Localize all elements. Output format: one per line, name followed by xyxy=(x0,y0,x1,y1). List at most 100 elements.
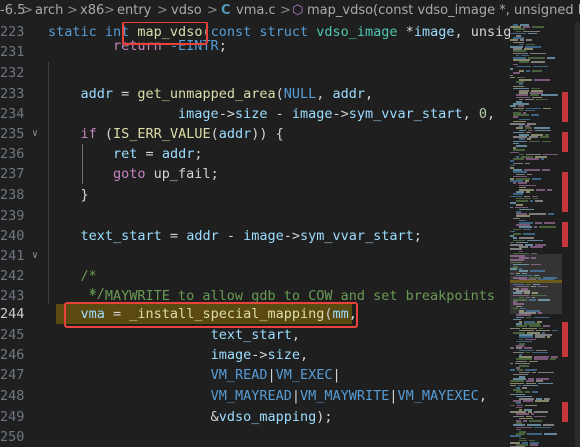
minimap-code-line xyxy=(516,65,532,68)
code-token: ; xyxy=(194,146,203,162)
code-token: , xyxy=(316,86,333,102)
fold-chevron-icon[interactable]: ∨ xyxy=(32,246,38,266)
code-token: , unsig xyxy=(454,24,510,40)
minimap-code-line xyxy=(529,246,543,248)
breadcrumb-item-vdso[interactable]: vdso xyxy=(171,3,202,18)
minimap-code-line xyxy=(523,420,527,422)
minimap-code-line xyxy=(526,239,543,242)
minimap-code-line xyxy=(530,61,545,63)
code-token: & xyxy=(48,409,219,425)
code-line: image->size - image->sym_vvar_start, 0, xyxy=(48,104,495,124)
line-number: 232 xyxy=(0,65,25,81)
breadcrumb-item-entry[interactable]: entry xyxy=(117,3,151,18)
code-line: */ xyxy=(48,284,105,304)
minimap-code-line xyxy=(513,116,518,118)
breadcrumb-item-function[interactable]: map_vdso(const vdso_image *, unsigned lo… xyxy=(307,3,580,18)
minimap-code-line xyxy=(519,61,529,63)
code-token: = xyxy=(113,86,138,102)
breadcrumb-item-file[interactable]: vma.c xyxy=(236,3,276,18)
code-line: VM_READ|VM_EXEC| xyxy=(48,365,341,385)
minimap-code-line xyxy=(526,158,539,160)
code-token: addr xyxy=(218,126,252,142)
code-token: - xyxy=(267,106,292,122)
minimap-code-line xyxy=(526,39,533,41)
minimap-code-line xyxy=(532,26,545,28)
code-line: goto up_fail; xyxy=(48,164,219,184)
minimap-code-line xyxy=(538,285,549,288)
breadcrumb-item-arch[interactable]: arch xyxy=(35,3,63,18)
code-token: if xyxy=(80,126,105,142)
code-line: text_start = addr - image->sym_vvar_star… xyxy=(48,226,422,246)
minimap-code-line xyxy=(510,68,514,70)
minimap-code-line xyxy=(510,206,514,209)
minimap-code-line xyxy=(543,433,558,435)
vertical-scrollbar[interactable] xyxy=(575,22,580,447)
code-token: )) { xyxy=(251,126,284,142)
code-token: 0 xyxy=(478,106,487,122)
code-token: size xyxy=(267,347,300,363)
breadcrumb-item-x86[interactable]: x86 xyxy=(80,3,104,18)
code-token: -> xyxy=(251,347,268,363)
minimap-code-line xyxy=(542,325,550,327)
line-number: 250 xyxy=(0,429,25,445)
line-number: 223 xyxy=(0,24,25,40)
code-token: -> xyxy=(218,106,235,122)
code-token: goto xyxy=(113,166,154,182)
minimap-code-line xyxy=(541,94,558,96)
minimap-code-line xyxy=(543,107,551,110)
line-number-gutter: 223 231 232 233 234 235 236 237 238 239 … xyxy=(0,22,40,447)
minimap-code-line xyxy=(544,222,556,224)
minimap[interactable] xyxy=(510,22,580,447)
code-token: size xyxy=(234,106,268,122)
minimap-code-line xyxy=(538,299,550,301)
minimap-code-line xyxy=(528,57,545,59)
code-token: , xyxy=(291,327,300,343)
minimap-code-line xyxy=(551,329,558,332)
minimap-code-line xyxy=(522,400,534,402)
code-token: addr xyxy=(186,228,219,244)
code-token: up_fail xyxy=(153,166,211,182)
minimap-code-line xyxy=(534,129,552,132)
code-token: image xyxy=(210,347,252,363)
minimap-code-line xyxy=(525,162,530,165)
code-token: VM_READ xyxy=(210,367,268,383)
minimap-code-line xyxy=(513,182,517,184)
minimap-code-line xyxy=(513,158,525,160)
line-number: 235 xyxy=(0,126,25,142)
minimap-code-line xyxy=(526,70,530,72)
breadcrumb-separator: > xyxy=(280,3,291,18)
minimap-code-line xyxy=(535,200,543,202)
minimap-code-line xyxy=(530,200,534,202)
line-number: 234 xyxy=(0,106,25,122)
minimap-code-line xyxy=(510,272,515,275)
fold-chevron-icon[interactable]: ∨ xyxy=(32,124,38,144)
code-line: } xyxy=(48,185,89,205)
minimap-code-line xyxy=(534,316,550,319)
code-token: get_unmapped_area xyxy=(137,86,276,102)
line-number: 247 xyxy=(0,367,25,383)
code-editor[interactable]: 223 231 232 233 234 235 236 237 238 239 … xyxy=(0,22,510,447)
code-token: text_start xyxy=(210,327,292,343)
minimap-code-line xyxy=(535,400,550,402)
minimap-code-line xyxy=(524,98,535,101)
code-token: IS_ERR_VALUE xyxy=(113,126,211,142)
code-token: VM_MAYWRITE xyxy=(299,388,390,404)
minimap-code-line xyxy=(526,433,542,435)
minimap-code-line xyxy=(534,415,547,418)
line-number: 231 xyxy=(0,44,25,60)
minimap-code-line xyxy=(529,213,546,215)
minimap-code-line xyxy=(530,444,539,446)
line-number-current: 244 xyxy=(0,306,25,322)
minimap-code-line xyxy=(538,382,553,385)
code-line: if (IS_ERR_VALUE(addr)) { xyxy=(48,124,284,144)
line-number: 233 xyxy=(0,86,25,102)
code-token: * xyxy=(405,24,414,40)
minimap-code-line xyxy=(533,226,538,228)
code-token: VM_MAYEXEC xyxy=(397,388,479,404)
line-number: 245 xyxy=(0,327,25,343)
minimap-code-line xyxy=(528,299,537,301)
breadcrumb: -6.5 > arch > x86 > entry > vdso > C vma… xyxy=(0,0,580,22)
